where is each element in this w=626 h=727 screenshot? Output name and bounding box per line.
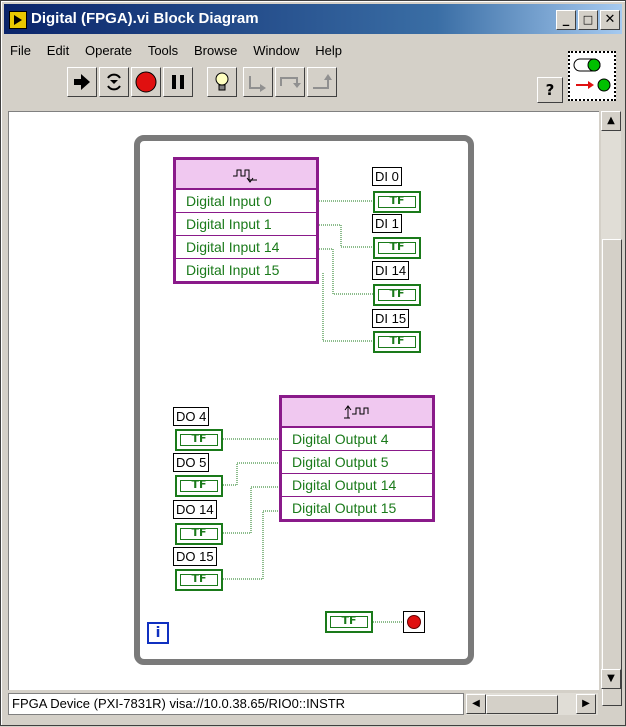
io-row-digital-input-14[interactable]: Digital Input 14 [176, 236, 316, 259]
indicator-label-di14: DI 14 [372, 261, 410, 280]
scroll-up-icon[interactable]: ▲ [601, 111, 621, 131]
digital-output-icon [282, 398, 432, 428]
indicator-di15[interactable]: TF [373, 331, 421, 353]
status-bar: FPGA Device (PXI-7831R) visa://10.0.38.6… [8, 693, 464, 715]
io-row-digital-output-4[interactable]: Digital Output 4 [282, 428, 432, 451]
block-diagram-window: Digital (FPGA).vi Block Diagram _ □ ✕ Fi… [0, 0, 626, 726]
control-do5[interactable]: TF [175, 475, 223, 497]
control-label-do4: DO 4 [173, 407, 210, 426]
control-label-do14: DO 14 [173, 500, 217, 519]
vertical-scroll-thumb[interactable] [602, 239, 622, 706]
io-row-digital-input-15[interactable]: Digital Input 15 [176, 259, 316, 281]
control-do15[interactable]: TF [175, 569, 223, 591]
indicator-di0[interactable]: TF [373, 191, 421, 213]
horizontal-scrollbar[interactable]: ◀ ▶ [466, 693, 598, 715]
control-do14[interactable]: TF [175, 523, 223, 545]
scroll-right-icon[interactable]: ▶ [576, 694, 596, 714]
stop-control[interactable]: TF [325, 611, 373, 633]
indicator-label-di0: DI 0 [372, 167, 402, 186]
io-row-digital-input-1[interactable]: Digital Input 1 [176, 213, 316, 236]
fpga-io-input-node[interactable]: Digital Input 0 Digital Input 1 Digital … [173, 157, 319, 284]
scroll-down-icon[interactable]: ▼ [601, 669, 621, 689]
control-label-do5: DO 5 [173, 453, 210, 472]
scroll-left-icon[interactable]: ◀ [466, 694, 486, 714]
io-row-digital-output-14[interactable]: Digital Output 14 [282, 474, 432, 497]
horizontal-scroll-thumb[interactable] [486, 695, 558, 714]
iteration-terminal[interactable]: i [147, 622, 169, 644]
io-row-digital-output-5[interactable]: Digital Output 5 [282, 451, 432, 474]
vertical-scrollbar[interactable]: ▲ ▼ [601, 111, 622, 706]
indicator-label-di1: DI 1 [372, 214, 402, 233]
indicator-label-di15: DI 15 [372, 309, 410, 328]
control-do4[interactable]: TF [175, 429, 223, 451]
fpga-io-output-node[interactable]: Digital Output 4 Digital Output 5 Digita… [279, 395, 435, 522]
loop-condition-stop-icon[interactable] [403, 611, 425, 633]
io-row-digital-output-15[interactable]: Digital Output 15 [282, 497, 432, 519]
indicator-di1[interactable]: TF [373, 237, 421, 259]
io-row-digital-input-0[interactable]: Digital Input 0 [176, 190, 316, 213]
control-label-do15: DO 15 [173, 547, 217, 566]
indicator-di14[interactable]: TF [373, 284, 421, 306]
digital-input-icon [176, 160, 316, 190]
